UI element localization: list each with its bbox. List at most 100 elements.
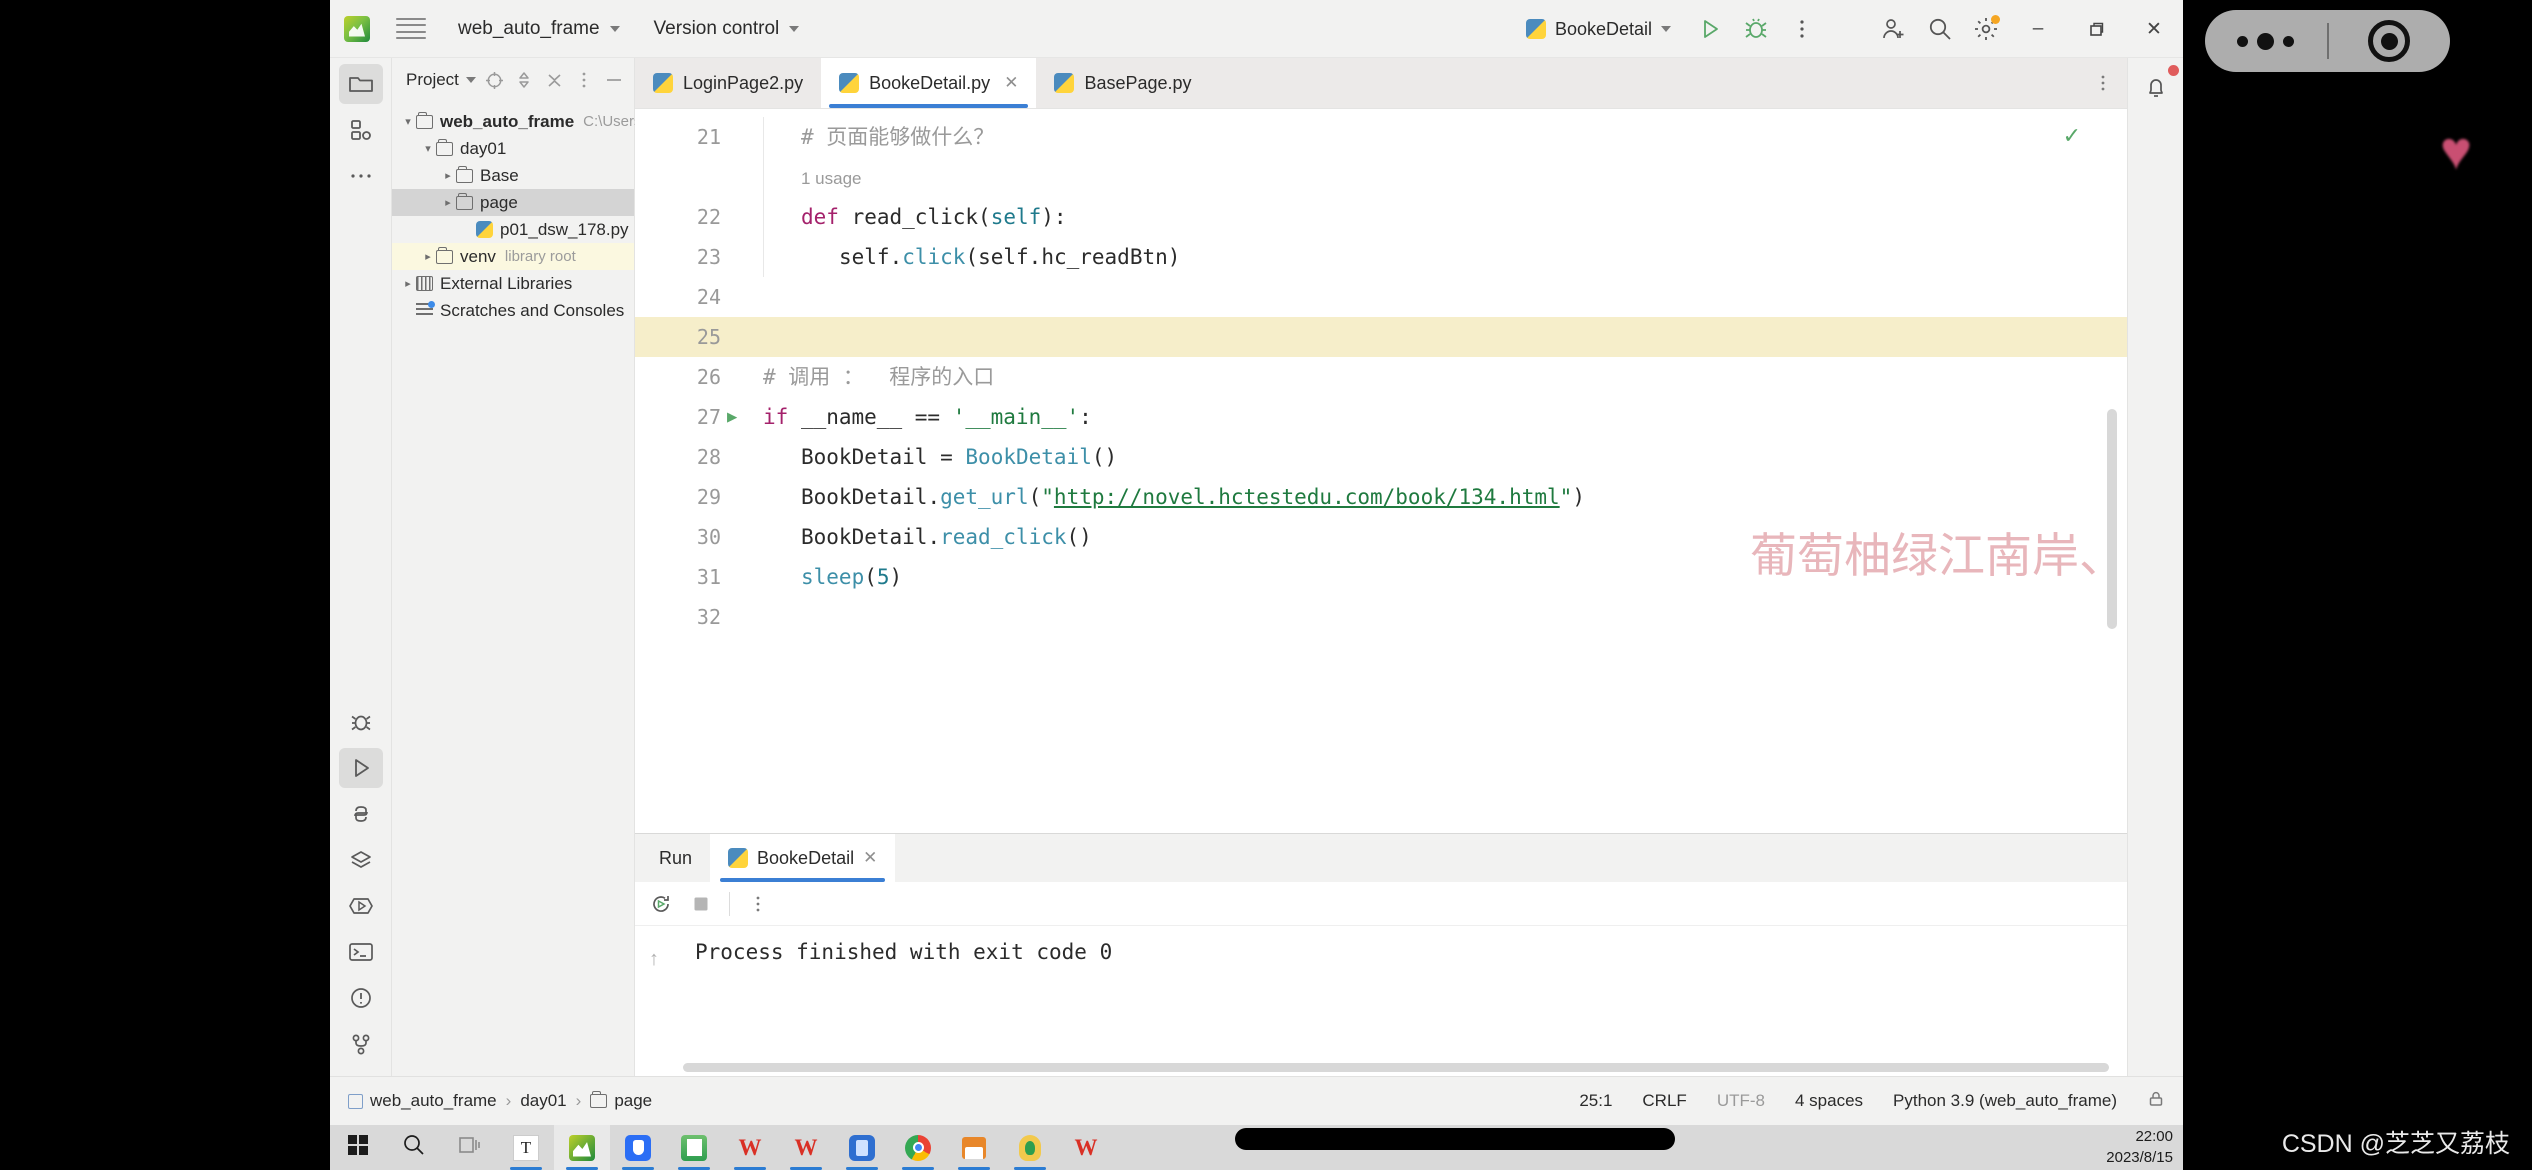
collapse-all-icon[interactable]: [540, 66, 568, 94]
chevron-icon[interactable]: [440, 196, 456, 209]
record-button-icon[interactable]: [2329, 20, 2451, 62]
search-icon[interactable]: [1917, 6, 1963, 52]
taskbar-item-start[interactable]: [330, 1125, 386, 1170]
sidebar-item-terminal[interactable]: [339, 932, 383, 972]
taskbar-item-app-blue[interactable]: [610, 1125, 666, 1170]
gutter-run-icon[interactable]: ▶: [727, 397, 737, 437]
stop-icon[interactable]: [683, 886, 719, 922]
sidebar-item-structure[interactable]: [339, 110, 383, 150]
chevron-icon[interactable]: [440, 169, 456, 182]
sidebar-item-project[interactable]: [338, 64, 383, 104]
tree-node[interactable]: External Libraries: [392, 270, 634, 297]
dots-menu-icon[interactable]: [2205, 32, 2327, 50]
taskbar-item-app-blue2[interactable]: [834, 1125, 890, 1170]
taskbar-item-pycharm[interactable]: [554, 1125, 610, 1170]
taskbar-item-wps-play[interactable]: W: [778, 1125, 834, 1170]
code-editor[interactable]: 21 # 页面能够做什么？ 1 usage 22 def read_click(self…: [635, 108, 2127, 833]
sidebar-item-run[interactable]: [339, 748, 383, 788]
python-interpreter[interactable]: Python 3.9 (web_auto_frame): [1893, 1091, 2117, 1111]
code-line[interactable]: 26 # 调用 ： 程序的入口: [635, 357, 2127, 397]
breadcrumb-item[interactable]: day01: [520, 1091, 566, 1111]
chevron-icon[interactable]: [400, 277, 416, 290]
sidebar-item-more-tool-windows[interactable]: [339, 156, 383, 196]
breadcrumb-item[interactable]: web_auto_frame: [348, 1091, 497, 1111]
lock-icon[interactable]: [2147, 1090, 2165, 1113]
line-separator[interactable]: CRLF: [1642, 1091, 1686, 1111]
run-tab-bookedetail[interactable]: BookeDetail ✕: [710, 834, 896, 882]
sidebar-item-problems[interactable]: [339, 978, 383, 1018]
taskbar-item-task-view[interactable]: [442, 1125, 498, 1170]
account-add-icon[interactable]: [1871, 6, 1917, 52]
editor-tab[interactable]: LoginPage2.py: [635, 58, 821, 108]
sidebar-item-debug[interactable]: [339, 702, 383, 742]
code-line[interactable]: 24: [635, 277, 2127, 317]
target-icon[interactable]: [480, 66, 508, 94]
code-line[interactable]: 23 self.click(self.hc_readBtn): [635, 237, 2127, 277]
sidebar-item-services[interactable]: [339, 840, 383, 880]
run-console[interactable]: ↑ Process finished with exit code 0: [635, 926, 2127, 1076]
close-icon[interactable]: ✕: [863, 848, 877, 868]
close-button[interactable]: ✕: [2125, 0, 2183, 58]
run-button[interactable]: [1687, 6, 1733, 52]
taskbar-item-app-green[interactable]: [1002, 1125, 1058, 1170]
tree-node[interactable]: p01_dsw_178.py: [392, 216, 634, 243]
tree-node[interactable]: Scratches and Consoles: [392, 297, 634, 324]
code-line[interactable]: 22 def read_click(self):: [635, 197, 2127, 237]
arrow-up-icon[interactable]: ↑: [649, 948, 659, 971]
sidebar-item-version-control[interactable]: [339, 1024, 383, 1064]
chevron-icon[interactable]: [420, 142, 436, 155]
project-name-dropdown[interactable]: web_auto_frame: [458, 18, 620, 40]
code-line[interactable]: 21 # 页面能够做什么？: [635, 117, 2127, 157]
sidebar-item-python-packages[interactable]: [339, 886, 383, 926]
taskbar-item-typora[interactable]: T: [498, 1125, 554, 1170]
code-line[interactable]: 28 BookDetail = BookDetail(): [635, 437, 2127, 477]
chevron-icon[interactable]: [420, 250, 436, 263]
screen-recorder-overlay[interactable]: [2205, 10, 2450, 72]
tree-node[interactable]: page: [392, 189, 634, 216]
code-line[interactable]: 32: [635, 597, 2127, 637]
code-line[interactable]: 1 usage: [635, 157, 2127, 197]
tree-node[interactable]: Base: [392, 162, 634, 189]
code-line[interactable]: 31 sleep(5): [635, 557, 2127, 597]
taskbar-item-app-orange[interactable]: [946, 1125, 1002, 1170]
taskbar-item-wps-w2[interactable]: W: [1058, 1125, 1114, 1170]
project-panel-title-dropdown[interactable]: Project: [406, 70, 476, 90]
tree-node[interactable]: venv library root: [392, 243, 634, 270]
run-configuration-selector[interactable]: BookeDetail: [1525, 19, 1671, 40]
code-line[interactable]: 27 ▶ if __name__ == '__main__':: [635, 397, 2127, 437]
file-encoding[interactable]: UTF-8: [1717, 1091, 1765, 1111]
code-line[interactable]: 30 BookDetail.read_click(): [635, 517, 2127, 557]
taskbar-item-wps-writer[interactable]: [666, 1125, 722, 1170]
sidebar-item-python-console[interactable]: [339, 794, 383, 834]
rerun-icon[interactable]: [643, 886, 679, 922]
hamburger-menu-icon[interactable]: [396, 17, 426, 40]
hide-icon[interactable]: [600, 66, 628, 94]
taskbar-clock[interactable]: 22:00 2023/8/15: [2106, 1127, 2173, 1168]
taskbar-item-wps-w[interactable]: W: [722, 1125, 778, 1170]
sort-icon[interactable]: [510, 66, 538, 94]
editor-tab[interactable]: BookeDetail.py ✕: [821, 58, 1037, 108]
editor-vertical-scrollbar[interactable]: [2107, 409, 2117, 629]
code-line[interactable]: 25: [635, 317, 2127, 357]
taskbar-item-chrome[interactable]: [890, 1125, 946, 1170]
version-control-dropdown[interactable]: Version control: [654, 18, 800, 40]
breadcrumb-item[interactable]: page: [590, 1091, 652, 1111]
more-vertical-icon[interactable]: [2089, 69, 2117, 97]
bell-icon[interactable]: [2136, 65, 2179, 108]
more-actions-button[interactable]: [1779, 6, 1825, 52]
minimize-button[interactable]: –: [2009, 0, 2067, 58]
tree-node[interactable]: web_auto_frameC:\Users\86150\Pycharm: [392, 108, 751, 135]
options-icon[interactable]: [570, 66, 598, 94]
editor-tab[interactable]: BasePage.py: [1036, 58, 1209, 108]
close-icon[interactable]: ✕: [1004, 73, 1018, 93]
caret-position[interactable]: 25:1: [1579, 1091, 1612, 1111]
more-vertical-icon[interactable]: [740, 886, 776, 922]
gear-icon[interactable]: [1963, 6, 2009, 52]
console-horizontal-scrollbar[interactable]: [683, 1063, 2109, 1072]
maximize-button[interactable]: [2067, 0, 2125, 58]
indent-setting[interactable]: 4 spaces: [1795, 1091, 1863, 1111]
chevron-icon[interactable]: [400, 115, 416, 128]
tree-node[interactable]: day01: [392, 135, 634, 162]
taskbar-item-search[interactable]: [386, 1125, 442, 1170]
code-line[interactable]: 29 BookDetail.get_url("http://novel.hctes…: [635, 477, 2127, 517]
